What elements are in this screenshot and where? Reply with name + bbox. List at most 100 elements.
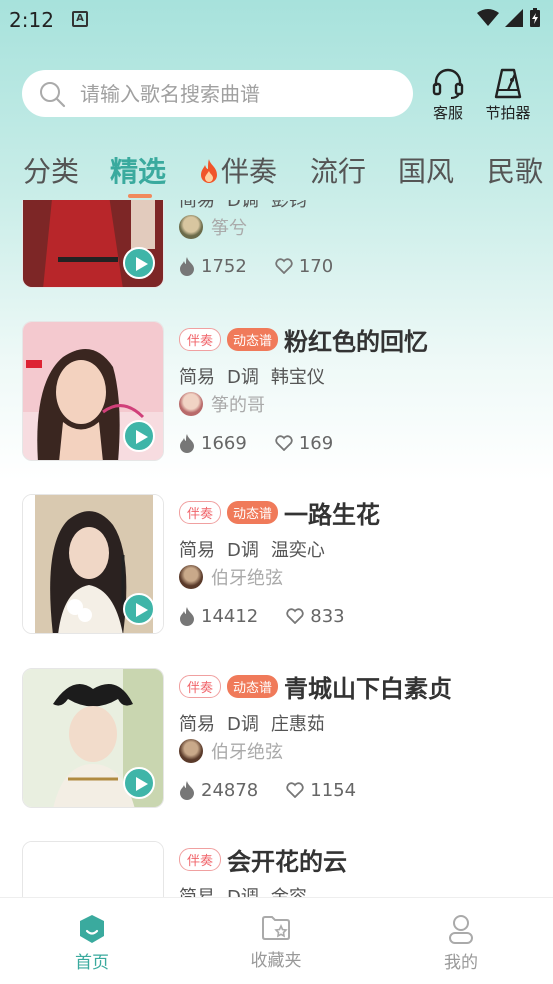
song-meta: 简易 D调 韩宝仪	[179, 363, 539, 388]
uploader-name: 伯牙绝弦	[211, 568, 283, 589]
nav-home[interactable]: 首页	[42, 914, 142, 973]
song-meta: 简易 D调 金容	[179, 883, 539, 897]
song-list[interactable]: 简易 D调 彭钧 筝兮 1752 170 伴奏 动态谱 粉红色的回忆 简易 D调…	[0, 200, 553, 897]
song-info: 伴奏 会开花的云 简易 D调 金容	[179, 843, 539, 897]
song-cover[interactable]	[22, 200, 164, 288]
song-artist: 彭钧	[270, 200, 307, 211]
search-bar[interactable]	[22, 70, 413, 117]
song-cover[interactable]	[22, 321, 164, 461]
song-card[interactable]: 伴奏 动态谱 一路生花 简易 D调 温奕心 伯牙绝弦 14412 833	[0, 494, 553, 644]
song-cover[interactable]	[22, 494, 164, 634]
bottom-navigation: 首页 收藏夹 我的	[0, 897, 553, 984]
tab-accompaniment-label: 伴奏	[221, 155, 278, 188]
fire-icon	[180, 257, 194, 276]
uploader-avatar	[179, 739, 203, 763]
like-count[interactable]: 833	[286, 605, 345, 627]
like-count[interactable]: 169	[275, 433, 333, 454]
play-count: 1669	[179, 433, 247, 454]
customer-service-button[interactable]: 客服	[420, 66, 476, 123]
like-count-value: 170	[298, 255, 334, 277]
play-button[interactable]	[123, 767, 155, 799]
play-button[interactable]	[123, 593, 155, 625]
song-card[interactable]: 简易 D调 彭钧 筝兮 1752 170	[0, 200, 553, 298]
active-tab-indicator	[128, 194, 152, 198]
like-count[interactable]: 170	[275, 256, 333, 277]
tab-national-style[interactable]: 国风	[398, 150, 454, 190]
metronome-label: 节拍器	[485, 104, 531, 122]
nav-profile[interactable]: 我的	[411, 914, 511, 973]
song-key: D调	[227, 200, 259, 211]
fire-icon	[180, 607, 194, 626]
song-card[interactable]: 伴奏 动态谱 粉红色的回忆 简易 D调 韩宝仪 筝的哥 1669 169	[0, 321, 553, 471]
tab-pop[interactable]: 流行	[310, 150, 366, 190]
heart-icon	[275, 258, 293, 274]
song-info: 简易 D调 彭钧 筝兮 1752 170	[179, 200, 539, 278]
play-count-value: 24878	[201, 779, 259, 801]
heart-icon	[275, 435, 293, 451]
search-input[interactable]	[80, 81, 400, 106]
like-count-value: 833	[310, 605, 345, 627]
uploader-name: 伯牙绝弦	[211, 742, 283, 763]
song-meta: 简易 D调 彭钧	[179, 200, 539, 211]
dynamic-score-tag: 动态谱	[227, 674, 279, 698]
song-stats: 14412 833	[179, 604, 539, 628]
tab-folk[interactable]: 民歌	[487, 150, 543, 190]
song-card[interactable]: 伴奏 会开花的云 简易 D调 金容	[0, 841, 553, 897]
song-card[interactable]: 伴奏 动态谱 青城山下白素贞 简易 D调 庄惠茹 伯牙绝弦 24878 1154	[0, 668, 553, 818]
song-meta: 简易 D调 温奕心	[179, 536, 539, 561]
song-artist: 温奕心	[270, 540, 325, 561]
heart-icon	[286, 782, 304, 798]
song-cover[interactable]	[22, 841, 164, 897]
song-stats: 24878 1154	[179, 778, 539, 802]
song-key: D调	[227, 887, 259, 897]
fire-icon	[180, 434, 194, 453]
uploader-row[interactable]: 筝的哥	[179, 391, 539, 417]
folder-star-icon	[262, 916, 290, 940]
like-count-value: 169	[298, 432, 334, 454]
metronome-icon	[494, 68, 522, 99]
song-difficulty: 简易	[179, 887, 215, 897]
song-artist: 庄惠茹	[270, 714, 325, 735]
tab-accompaniment[interactable]: 伴奏	[198, 150, 277, 190]
battery-icon	[530, 8, 540, 27]
fire-icon	[180, 781, 194, 800]
like-count-value: 1154	[310, 779, 357, 801]
like-count[interactable]: 1154	[286, 780, 356, 801]
home-icon	[80, 915, 104, 943]
uploader-row[interactable]: 筝兮	[179, 214, 539, 240]
nav-favorites[interactable]: 收藏夹	[226, 914, 326, 971]
accompaniment-tag: 伴奏	[179, 847, 222, 871]
song-key: D调	[227, 367, 259, 388]
status-icons	[477, 8, 541, 28]
hot-flame-icon	[201, 159, 217, 183]
accompaniment-tag: 伴奏	[179, 674, 222, 698]
song-title-row: 伴奏 动态谱 青城山下白素贞	[179, 670, 539, 703]
dynamic-score-tag: 动态谱	[227, 500, 279, 524]
song-info: 伴奏 动态谱 粉红色的回忆 简易 D调 韩宝仪 筝的哥 1669 169	[179, 323, 539, 455]
metronome-button[interactable]: 节拍器	[480, 66, 536, 123]
uploader-row[interactable]: 伯牙绝弦	[179, 738, 539, 764]
cover-image-loading	[23, 842, 163, 897]
tab-featured[interactable]: 精选	[110, 150, 166, 190]
dynamic-score-tag: 动态谱	[227, 327, 279, 351]
song-title-row: 伴奏 会开花的云	[179, 843, 539, 876]
song-info: 伴奏 动态谱 青城山下白素贞 简易 D调 庄惠茹 伯牙绝弦 24878 1154	[179, 670, 539, 802]
signal-icon	[505, 9, 523, 27]
song-title-row: 伴奏 动态谱 粉红色的回忆	[179, 323, 539, 356]
song-difficulty: 简易	[179, 200, 215, 211]
song-stats: 1752 170	[179, 254, 539, 278]
uploader-avatar	[179, 215, 203, 239]
song-key: D调	[227, 714, 259, 735]
play-button[interactable]	[123, 420, 155, 452]
status-time: 2:12	[9, 8, 54, 32]
song-difficulty: 简易	[179, 540, 215, 561]
song-artist: 韩宝仪	[270, 367, 325, 388]
uploader-row[interactable]: 伯牙绝弦	[179, 564, 539, 590]
play-button[interactable]	[123, 247, 155, 279]
uploader-avatar	[179, 565, 203, 589]
song-cover[interactable]	[22, 668, 164, 808]
song-title-row: 伴奏 动态谱 一路生花	[179, 496, 539, 529]
song-difficulty: 简易	[179, 714, 215, 735]
tab-category[interactable]: 分类	[23, 150, 79, 190]
play-count-value: 1669	[201, 432, 247, 454]
